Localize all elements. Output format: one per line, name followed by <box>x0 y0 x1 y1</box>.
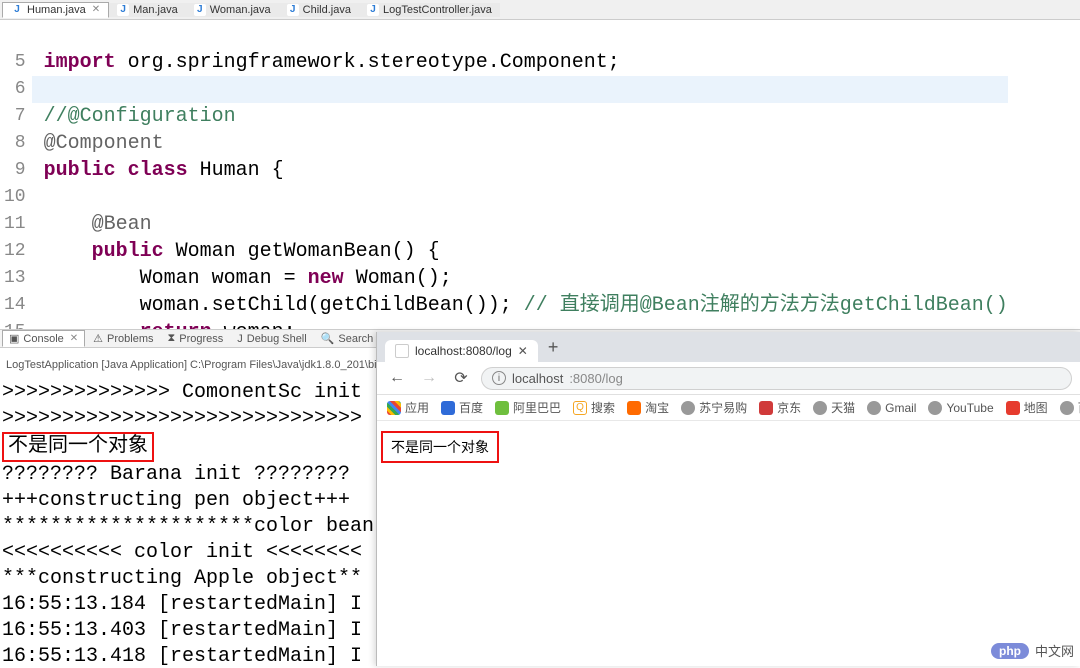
code-editor[interactable]: 5 6 7 8 9 10 11 12 13 14 15 import org.s… <box>0 20 1080 330</box>
url-path: :8080/log <box>569 371 623 386</box>
java-file-icon: J <box>11 4 23 16</box>
line-number-gutter: 5 6 7 8 9 10 11 12 13 14 15 <box>0 20 32 329</box>
reload-button[interactable]: ⟳ <box>449 366 473 390</box>
globe-icon <box>867 401 881 415</box>
leaf-icon <box>495 401 509 415</box>
tab-problems[interactable]: ⚠ Problems <box>87 331 159 346</box>
bookmark-jd[interactable]: 京东 <box>759 399 801 416</box>
browser-toolbar: ← → ⟳ i localhost :8080/log <box>377 362 1080 395</box>
page-content: 不是同一个对象 <box>377 421 1080 473</box>
close-icon[interactable]: ✕ <box>68 333 78 344</box>
java-file-icon: J <box>367 4 379 16</box>
editor-tab-human[interactable]: J Human.java ✕ <box>2 2 109 18</box>
problems-icon: ⚠ <box>93 332 103 345</box>
taobao-icon <box>627 401 641 415</box>
highlight-box: 不是同一个对象 <box>381 431 499 463</box>
highlight-box: 不是同一个对象 <box>2 432 154 462</box>
tab-console[interactable]: ▣ Console ✕ <box>2 330 85 347</box>
tab-search[interactable]: 🔍 Search <box>315 331 380 346</box>
editor-tab-label: Man.java <box>133 4 178 16</box>
java-file-icon: J <box>287 4 299 16</box>
globe-icon <box>681 401 695 415</box>
debug-shell-icon: J <box>237 333 243 345</box>
code-body[interactable]: import org.springframework.stereotype.Co… <box>32 20 1008 329</box>
progress-icon: ⧗ <box>168 332 176 345</box>
editor-tab-label: Child.java <box>303 4 351 16</box>
address-bar[interactable]: i localhost :8080/log <box>481 367 1072 390</box>
q-icon: Q <box>573 401 587 415</box>
tab-debug-shell[interactable]: J Debug Shell <box>231 332 312 346</box>
paw-icon <box>441 401 455 415</box>
java-file-icon: J <box>194 4 206 16</box>
bookmark-search[interactable]: Q搜索 <box>573 399 615 416</box>
editor-tab-label: Woman.java <box>210 4 271 16</box>
favicon-icon <box>395 344 409 358</box>
new-tab-button[interactable]: + <box>548 337 559 358</box>
browser-tab[interactable]: localhost:8080/log ✕ <box>385 340 538 362</box>
console-icon: ▣ <box>9 332 19 345</box>
editor-tab-child[interactable]: J Child.java <box>279 3 359 17</box>
editor-tab-label: Human.java <box>27 4 86 16</box>
watermark-text: 中文网 <box>1035 641 1074 660</box>
bookmark-alibaba[interactable]: 阿里巴巴 <box>495 399 561 416</box>
editor-tab-strip: J Human.java ✕ J Man.java J Woman.java J… <box>0 0 1080 20</box>
bookmark-suning[interactable]: 苏宁易购 <box>681 399 747 416</box>
bookmark-baidu-2[interactable]: 百度 <box>1060 399 1080 416</box>
globe-icon <box>813 401 827 415</box>
bookmarks-bar: 应用 百度 阿里巴巴 Q搜索 淘宝 苏宁易购 京东 天猫 Gmail YouTu… <box>377 395 1080 421</box>
browser-tab-title: localhost:8080/log <box>415 344 512 358</box>
site-info-icon[interactable]: i <box>492 371 506 385</box>
browser-tab-strip: localhost:8080/log ✕ + <box>377 332 1080 362</box>
bookmark-apps[interactable]: 应用 <box>387 399 429 416</box>
bookmark-maps[interactable]: 地图 <box>1006 399 1048 416</box>
search-icon: 🔍 <box>321 332 335 345</box>
map-pin-icon <box>1006 401 1020 415</box>
java-file-icon: J <box>117 4 129 16</box>
close-icon[interactable]: ✕ <box>518 344 528 358</box>
bookmark-baidu[interactable]: 百度 <box>441 399 483 416</box>
forward-button[interactable]: → <box>417 366 441 390</box>
editor-tab-man[interactable]: J Man.java <box>109 3 186 17</box>
globe-icon <box>928 401 942 415</box>
tab-progress[interactable]: ⧗ Progress <box>162 331 230 346</box>
close-icon[interactable]: ✕ <box>90 4 100 15</box>
browser-window: localhost:8080/log ✕ + ← → ⟳ i localhost… <box>376 332 1080 666</box>
bookmark-gmail[interactable]: Gmail <box>867 401 916 415</box>
editor-tab-logtest[interactable]: J LogTestController.java <box>359 3 500 17</box>
globe-icon <box>1060 401 1074 415</box>
php-badge: php <box>991 643 1029 659</box>
editor-tab-label: LogTestController.java <box>383 4 492 16</box>
watermark: php 中文网 <box>991 641 1074 660</box>
apps-icon <box>387 401 401 415</box>
jd-icon <box>759 401 773 415</box>
editor-tab-woman[interactable]: J Woman.java <box>186 3 279 17</box>
url-host: localhost <box>512 371 563 386</box>
bookmark-tmall[interactable]: 天猫 <box>813 399 855 416</box>
back-button[interactable]: ← <box>385 366 409 390</box>
bookmark-youtube[interactable]: YouTube <box>928 401 993 415</box>
bookmark-taobao[interactable]: 淘宝 <box>627 399 669 416</box>
